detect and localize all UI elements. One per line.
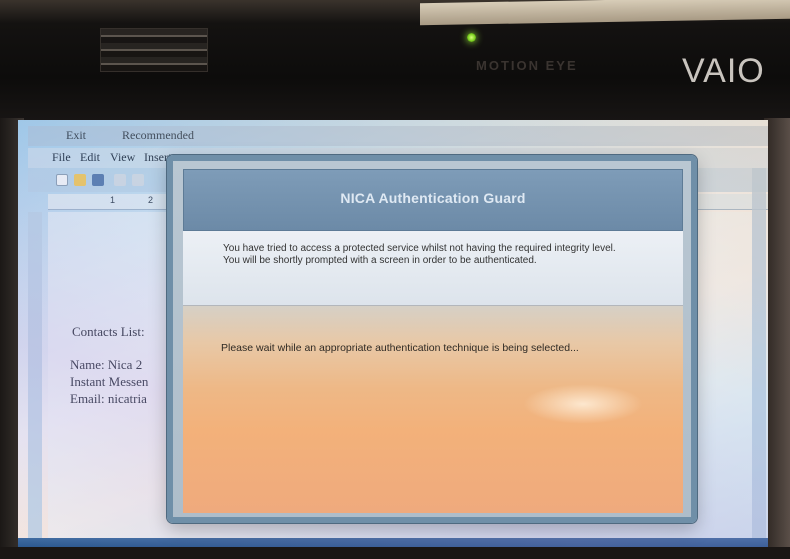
dialog-wait-text: Please wait while an appropriate authent… [221, 342, 579, 354]
dialog-message-panel: You have tried to access a protected ser… [183, 231, 683, 305]
dialog-body: Please wait while an appropriate authent… [183, 305, 683, 513]
undo-icon[interactable] [114, 174, 126, 186]
contact-instant-messenger: Instant Messen [70, 374, 149, 389]
dialog-message: You have tried to access a protected ser… [223, 243, 616, 266]
nica-auth-dialog: NICA Authentication Guard You have tried… [167, 155, 697, 523]
dialog-title: NICA Authentication Guard [340, 190, 526, 206]
speaker-grille [100, 28, 208, 72]
title-fragment-recommended: Recommended [122, 128, 194, 142]
title-fragment-exit[interactable]: Exit [66, 128, 86, 143]
camera-label: MOTION EYE [476, 58, 578, 73]
ruler-tick-1: 1 [110, 195, 116, 205]
contact-name: Name: Nica 2 [70, 357, 143, 372]
open-folder-icon[interactable] [74, 174, 86, 186]
vertical-scrollbar[interactable] [752, 168, 766, 552]
vertical-ruler [28, 212, 42, 552]
camera-led-icon [467, 33, 476, 42]
brand-logo: VAIO [682, 52, 765, 90]
menu-view[interactable]: View [110, 150, 135, 165]
word-title-bar: Exit Recommended [28, 126, 768, 146]
ruler-tick-2: 2 [148, 195, 154, 205]
dialog-header: NICA Authentication Guard [183, 169, 683, 231]
laptop-bezel-bottom [0, 547, 790, 559]
new-doc-icon[interactable] [56, 174, 68, 186]
save-icon[interactable] [92, 174, 104, 186]
contact-email: Email: nicatria [70, 391, 147, 406]
contacts-heading: Contacts List: [72, 324, 145, 339]
redo-icon[interactable] [132, 174, 144, 186]
menu-file[interactable]: File [52, 150, 71, 165]
menu-edit[interactable]: Edit [80, 150, 100, 165]
